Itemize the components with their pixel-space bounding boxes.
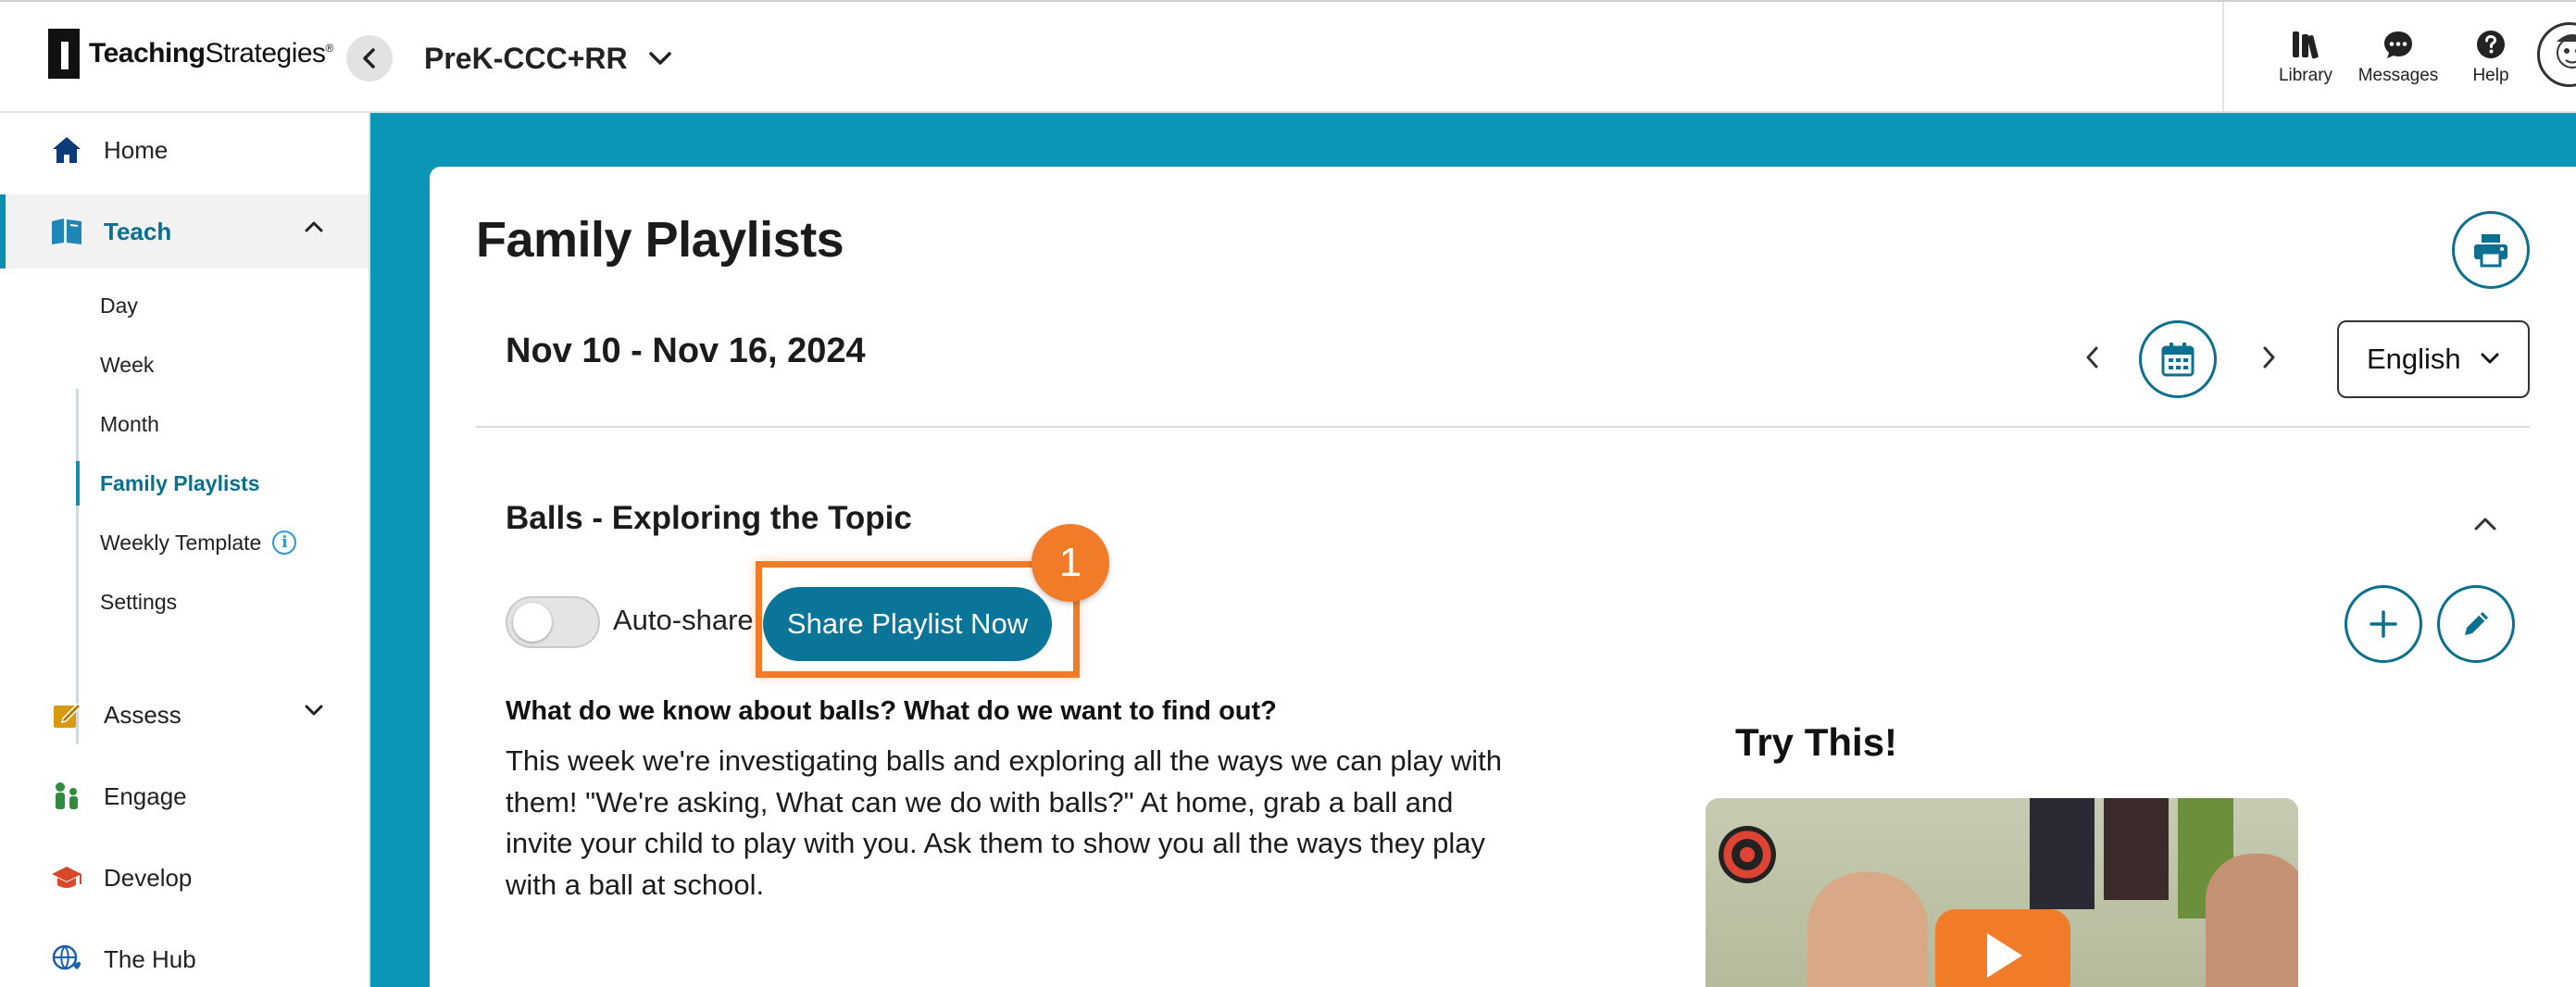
chevron-down-icon (2481, 353, 2499, 364)
sidebar-item-the-hub[interactable]: The Hub (0, 922, 369, 987)
subitem-label: Settings (100, 589, 178, 614)
sidebar-nav: Home Teach Day Week Month Family Playlis… (0, 113, 370, 987)
playlist-description: This week we're investigating balls and … (506, 744, 1502, 901)
user-avatar[interactable] (2537, 22, 2576, 87)
subitem-label: Month (100, 411, 159, 436)
next-week-button[interactable] (2250, 339, 2287, 376)
chevron-up-icon (2474, 518, 2496, 531)
logo-door-icon (48, 29, 80, 79)
help-icon (2477, 31, 2505, 58)
sidebar-item-develop[interactable]: Develop (0, 841, 369, 915)
header-tools: Library Messages Help (2222, 2, 2537, 113)
subitem-label: Weekly Template (100, 530, 262, 555)
chevron-down-icon (648, 52, 671, 65)
language-select[interactable]: English (2337, 320, 2530, 398)
adult-figure (2206, 854, 2298, 987)
chevron-right-icon (2263, 346, 2275, 369)
sidebar-item-label: Teach (104, 217, 172, 245)
book-icon (50, 215, 83, 248)
calendar-icon (2161, 343, 2195, 377)
subitem-label: Family Playlists (100, 470, 260, 495)
info-icon[interactable]: i (272, 531, 297, 555)
sidebar-item-assess[interactable]: Assess (0, 678, 369, 752)
family-playlists-card: Family Playlists Nov 10 - Nov 16, 2024 E… (430, 167, 2576, 987)
assess-icon (50, 698, 83, 731)
sidebar-item-label: Engage (104, 781, 187, 810)
library-icon (2293, 31, 2319, 59)
dartboard-image (1719, 826, 1776, 883)
help-label: Help (2472, 66, 2509, 85)
edit-button[interactable] (2437, 585, 2515, 663)
graduation-cap-icon (50, 861, 83, 894)
share-playlist-now-button[interactable]: Share Playlist Now (763, 587, 1052, 661)
video-thumbnail[interactable] (1706, 798, 2298, 987)
sidebar-item-home[interactable]: Home (0, 113, 369, 187)
try-this-heading: Try This! (1735, 720, 1898, 764)
child-figure (1807, 872, 1928, 987)
home-icon (50, 133, 83, 167)
sidebar-subitem-day[interactable]: Day (78, 283, 138, 328)
messages-label: Messages (2357, 66, 2439, 85)
sidebar-item-teach[interactable]: Teach (0, 194, 369, 269)
play-button[interactable] (1935, 909, 2070, 987)
logo-text-bold: Teaching (89, 38, 206, 69)
tutorial-step-badge: 1 (1032, 524, 1109, 602)
sidebar-subitem-month[interactable]: Month (78, 402, 159, 446)
add-button[interactable] (2345, 585, 2422, 663)
print-button[interactable] (2452, 211, 2530, 289)
auto-share-toggle[interactable] (506, 596, 600, 648)
logo-trademark: ® (325, 42, 334, 55)
auto-share-label: Auto-share (613, 604, 754, 636)
sidebar-subitem-settings[interactable]: Settings (78, 580, 177, 624)
globe-heart-icon (50, 943, 83, 976)
sidebar-subitem-family-playlists[interactable]: Family Playlists (76, 461, 260, 506)
page-title: Family Playlists (476, 212, 844, 268)
date-range: Nov 10 - Nov 16, 2024 (506, 331, 866, 370)
playlist-section-title: Balls - Exploring the Topic (506, 500, 912, 536)
engage-icon (50, 780, 83, 813)
calendar-button[interactable] (2139, 320, 2217, 398)
sidebar-item-label: Develop (104, 863, 193, 892)
messages-button[interactable]: Messages (2352, 29, 2445, 86)
sidebar-subitem-week[interactable]: Week (78, 343, 154, 387)
teaching-strategies-logo[interactable]: TeachingStrategies® (48, 28, 333, 80)
subitem-label: Day (100, 293, 138, 318)
top-header: TeachingStrategies® PreK-CCC+RR Library … (0, 0, 2576, 113)
library-label: Library (2278, 66, 2333, 85)
collapse-sidebar-button[interactable] (346, 35, 393, 81)
sidebar-item-label: Assess (104, 700, 181, 729)
collapse-section-button[interactable] (2467, 506, 2504, 543)
plus-icon (2370, 610, 2397, 638)
subitem-label: Week (100, 352, 155, 377)
sidebar-item-label: Home (104, 135, 169, 164)
play-icon (1987, 933, 2022, 978)
avatar-illustration-icon (2557, 34, 2576, 69)
help-button[interactable]: Help (2445, 29, 2537, 86)
sidebar-subitem-weekly-template[interactable]: Weekly Template i (78, 520, 297, 565)
sidebar-item-engage[interactable]: Engage (0, 759, 369, 833)
logo-text-regular: Strategies (205, 38, 326, 69)
playlist-question: What do we know about balls? What do we … (506, 696, 1277, 726)
chevron-left-icon (363, 48, 375, 69)
program-selector[interactable]: PreK-CCC+RR (424, 37, 672, 80)
main-content: Family Playlists Nov 10 - Nov 16, 2024 E… (370, 113, 2576, 987)
messages-icon (2384, 31, 2412, 58)
chevron-up-icon (305, 221, 323, 232)
previous-week-button[interactable] (2074, 339, 2111, 376)
program-name: PreK-CCC+RR (424, 41, 628, 75)
sidebar-item-label: The Hub (104, 944, 196, 973)
pencil-icon (2465, 612, 2488, 635)
chevron-left-icon (2086, 346, 2098, 369)
language-value: English (2367, 343, 2461, 375)
library-button[interactable]: Library (2259, 29, 2352, 86)
chevron-down-icon (305, 705, 323, 716)
printer-icon (2474, 234, 2507, 268)
header-divider (476, 426, 2530, 428)
toggle-knob (513, 603, 552, 642)
